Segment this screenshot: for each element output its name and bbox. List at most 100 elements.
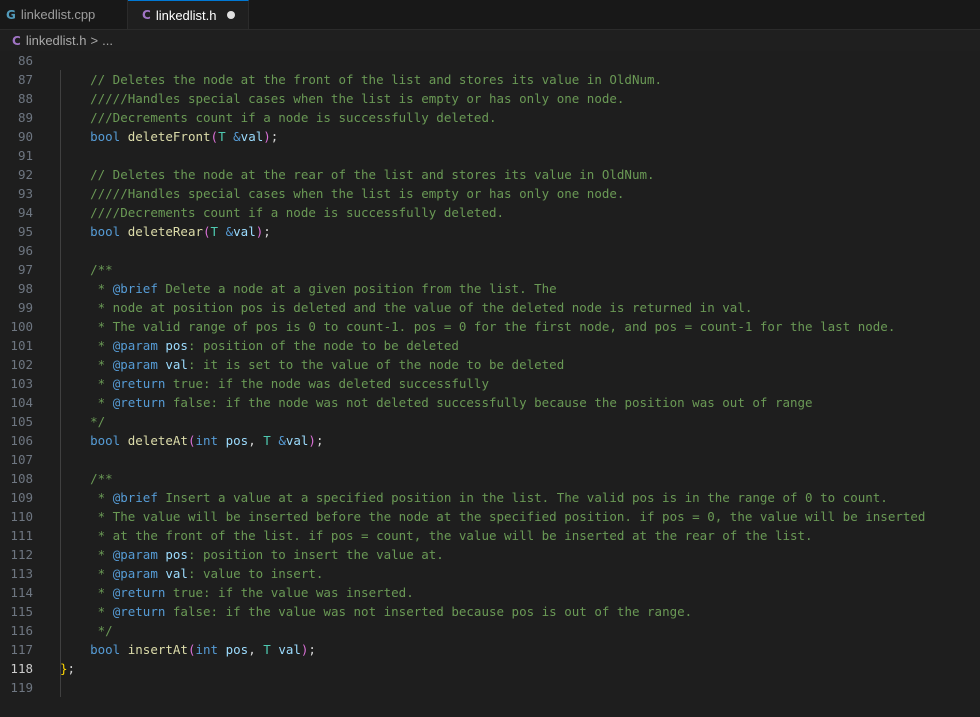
- code-line[interactable]: 103 * @return true: if the node was dele…: [0, 374, 980, 393]
- code-token: * node at position pos is deleted and th…: [90, 300, 753, 315]
- code-token: T: [263, 433, 271, 448]
- code-line[interactable]: 104 * @return false: if the node was not…: [0, 393, 980, 412]
- code-token: }: [60, 661, 68, 676]
- code-token: ,: [248, 642, 264, 657]
- code-token: pos: [225, 642, 249, 657]
- code-line[interactable]: 101 * @param pos: position of the node t…: [0, 336, 980, 355]
- code-token: ): [263, 129, 271, 144]
- code-token: /**: [90, 262, 113, 277]
- tab-linkedlist-cpp[interactable]: G linkedlist.cpp: [0, 0, 128, 29]
- code-token: @return: [112, 585, 166, 600]
- line-number: 117: [10, 642, 33, 657]
- tab-linkedlist-h[interactable]: C linkedlist.h: [128, 0, 249, 29]
- code-line[interactable]: 90 bool deleteFront(T &val);: [0, 127, 980, 146]
- breadcrumb-symbol[interactable]: ...: [102, 33, 113, 48]
- code-line[interactable]: 107: [0, 450, 980, 469]
- code-token: : value to insert.: [187, 566, 324, 581]
- code-token: *: [90, 357, 113, 372]
- code-line[interactable]: 100 * The valid range of pos is 0 to cou…: [0, 317, 980, 336]
- code-line[interactable]: 118};: [0, 659, 980, 678]
- code-token: @return: [112, 395, 166, 410]
- code-token: ///Decrements count if a node is success…: [90, 110, 497, 125]
- code-token: val: [165, 566, 188, 581]
- code-token: /////Handles special cases when the list…: [90, 91, 625, 106]
- line-number: 96: [17, 243, 33, 258]
- code-token: pos: [165, 338, 188, 353]
- code-line[interactable]: 108 /**: [0, 469, 980, 488]
- line-number: 91: [17, 148, 33, 163]
- line-number: 100: [10, 319, 33, 334]
- code-token: *: [90, 566, 113, 581]
- code-token: bool: [90, 433, 121, 448]
- code-text: // Deletes the node at the rear of the l…: [33, 165, 654, 184]
- line-number: 114: [10, 585, 33, 600]
- code-text: * @return true: if the value was inserte…: [33, 583, 414, 602]
- code-line[interactable]: 119: [0, 678, 980, 697]
- code-line[interactable]: 91: [0, 146, 980, 165]
- line-number: 115: [10, 604, 33, 619]
- code-line[interactable]: 110 * The value will be inserted before …: [0, 507, 980, 526]
- code-token: deleteAt: [127, 433, 188, 448]
- code-text: bool deleteFront(T &val);: [33, 127, 278, 146]
- code-line[interactable]: 88 /////Handles special cases when the l…: [0, 89, 980, 108]
- cpp-file-icon: G: [6, 7, 16, 22]
- code-line[interactable]: 86: [0, 51, 980, 70]
- code-line[interactable]: 117 bool insertAt(int pos, T val);: [0, 640, 980, 659]
- code-token: // Deletes the node at the front of the …: [90, 72, 663, 87]
- code-editor[interactable]: 86 87 // Deletes the node at the front of…: [0, 51, 980, 697]
- line-number: 99: [17, 300, 33, 315]
- code-line[interactable]: 105 */: [0, 412, 980, 431]
- code-line[interactable]: 97 /**: [0, 260, 980, 279]
- code-text: * @return false: if the value was not in…: [33, 602, 693, 621]
- code-line[interactable]: 87 // Deletes the node at the front of t…: [0, 70, 980, 89]
- unsaved-changes-dot-icon[interactable]: [226, 11, 235, 19]
- code-line[interactable]: 112 * @param pos: position to insert the…: [0, 545, 980, 564]
- line-number: 106: [10, 433, 33, 448]
- line-number: 112: [10, 547, 33, 562]
- code-line[interactable]: 116 */: [0, 621, 980, 640]
- code-token: bool: [90, 224, 121, 239]
- code-line[interactable]: 113 * @param val: value to insert.: [0, 564, 980, 583]
- breadcrumb-file[interactable]: linkedlist.h: [26, 33, 87, 48]
- code-text: * @return false: if the node was not del…: [33, 393, 813, 412]
- code-line[interactable]: 93 /////Handles special cases when the l…: [0, 184, 980, 203]
- line-number: 95: [17, 224, 33, 239]
- code-line[interactable]: 106 bool deleteAt(int pos, T &val);: [0, 431, 980, 450]
- code-token: *: [90, 376, 113, 391]
- c-header-file-icon: C: [12, 33, 21, 48]
- code-token: * at the front of the list. if pos = cou…: [90, 528, 813, 543]
- code-line[interactable]: 99 * node at position pos is deleted and…: [0, 298, 980, 317]
- code-line[interactable]: 92 // Deletes the node at the rear of th…: [0, 165, 980, 184]
- code-line[interactable]: 114 * @return true: if the value was ins…: [0, 583, 980, 602]
- code-token: val: [240, 129, 264, 144]
- code-line[interactable]: 98 * @brief Delete a node at a given pos…: [0, 279, 980, 298]
- code-line[interactable]: 96: [0, 241, 980, 260]
- line-number: 111: [10, 528, 33, 543]
- code-line[interactable]: 94 ////Decrements count if a node is suc…: [0, 203, 980, 222]
- code-token: ;: [308, 642, 316, 657]
- code-text: ////Decrements count if a node is succes…: [33, 203, 504, 222]
- code-token: *: [90, 547, 113, 562]
- code-token: */: [90, 623, 113, 638]
- code-text: * @param val: it is set to the value of …: [33, 355, 565, 374]
- code-line[interactable]: 111 * at the front of the list. if pos =…: [0, 526, 980, 545]
- code-line[interactable]: 95 bool deleteRear(T &val);: [0, 222, 980, 241]
- code-line[interactable]: 102 * @param val: it is set to the value…: [0, 355, 980, 374]
- code-text: */: [33, 621, 113, 640]
- code-text: * at the front of the list. if pos = cou…: [33, 526, 813, 545]
- code-line[interactable]: 115 * @return false: if the value was no…: [0, 602, 980, 621]
- code-token: ////Decrements count if a node is succes…: [90, 205, 505, 220]
- code-line[interactable]: 89 ///Decrements count if a node is succ…: [0, 108, 980, 127]
- code-line[interactable]: 109 * @brief Insert a value at a specifi…: [0, 488, 980, 507]
